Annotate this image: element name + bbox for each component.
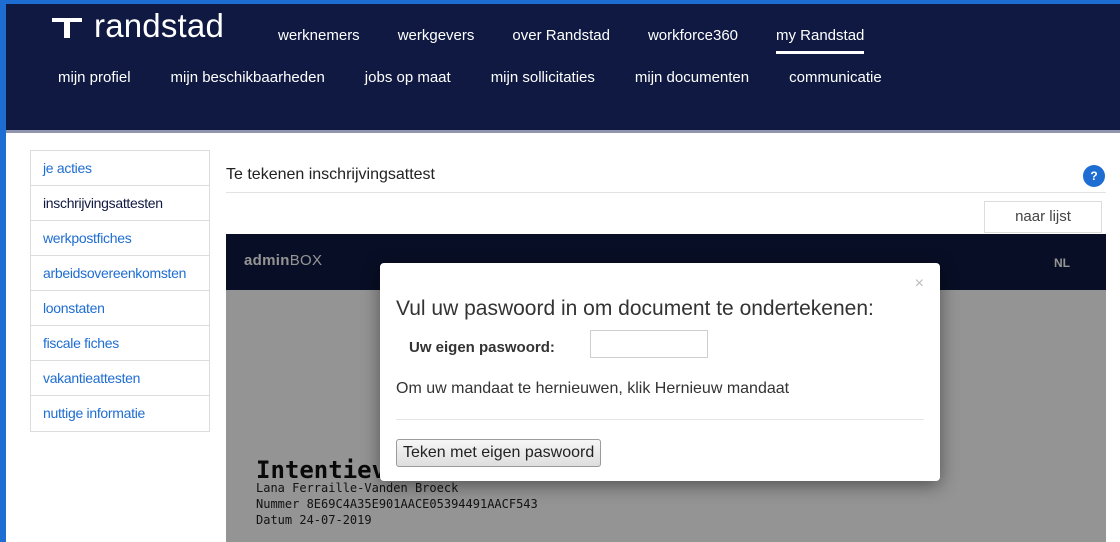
modal-title: Vul uw paswoord in om document te ondert… (396, 297, 874, 320)
brand-logo[interactable]: randstad (50, 6, 224, 46)
sub-nav-jobs-op-maat[interactable]: jobs op maat (365, 66, 451, 90)
sub-nav-mijn-beschikbaarheden[interactable]: mijn beschikbaarheden (171, 66, 325, 90)
main-nav-my-randstad[interactable]: my Randstad (776, 24, 865, 54)
password-label: Uw eigen paswoord: (409, 339, 555, 356)
sub-navigation: mijn profiel mijn beschikbaarheden jobs op… (58, 66, 922, 90)
sub-nav-mijn-documenten[interactable]: mijn documenten (635, 66, 749, 90)
window-border-top (0, 0, 1120, 4)
documents-sidebar: je acties inschrijvingsattesten werkpostfi… (30, 150, 210, 432)
sidebar-item-nuttige-informatie[interactable]: nuttige informatie (31, 396, 209, 431)
sign-with-password-button[interactable]: Teken met eigen paswoord (396, 439, 602, 467)
sub-nav-mijn-profiel[interactable]: mijn profiel (58, 66, 131, 90)
main-nav-workforce360[interactable]: workforce360 (648, 24, 738, 48)
main-nav-werknemers[interactable]: werknemers (278, 24, 360, 48)
main-navigation: werknemers werkgevers over Randstad workfor… (278, 24, 902, 54)
renew-mandate-link[interactable]: Hernieuw mandaat (655, 380, 789, 397)
password-input[interactable] (590, 330, 708, 358)
site-header: randstad werknemers werkgevers over Randst… (6, 4, 1120, 133)
question-icon[interactable]: ? (1083, 165, 1105, 187)
mandate-text-prefix: Om uw mandaat te hernieuwen, klik (396, 380, 655, 397)
sidebar-item-arbeidsovereenkomsten[interactable]: arbeidsovereenkomsten (31, 256, 209, 291)
sub-nav-communicatie[interactable]: communicatie (789, 66, 882, 90)
brand-name: randstad (94, 7, 225, 44)
page-title: Te tekenen inschrijvingsattest (226, 166, 435, 183)
back-to-list-button[interactable]: naar lijst (984, 201, 1102, 233)
window-border-left (0, 0, 6, 542)
sidebar-item-vakantieattesten[interactable]: vakantieattesten (31, 361, 209, 396)
main-nav-over-randstad[interactable]: over Randstad (512, 24, 610, 48)
main-nav-werkgevers[interactable]: werkgevers (398, 24, 475, 48)
randstad-logo-icon (50, 13, 84, 39)
sidebar-item-werkpostfiches[interactable]: werkpostfiches (31, 221, 209, 256)
sidebar-item-je-acties[interactable]: je acties (31, 151, 209, 186)
mandate-text: Om uw mandaat te hernieuwen, klik Hernie… (396, 380, 789, 398)
sign-document-modal: × Vul uw paswoord in om document te onde… (380, 263, 940, 481)
sidebar-item-loonstaten[interactable]: loonstaten (31, 291, 209, 326)
page-frame: randstad werknemers werkgevers over Randst… (0, 0, 1120, 542)
sidebar-item-fiscale-fiches[interactable]: fiscale fiches (31, 326, 209, 361)
modal-divider (396, 419, 924, 420)
title-divider (226, 192, 1106, 193)
sub-nav-mijn-sollicitaties[interactable]: mijn sollicitaties (491, 66, 595, 90)
sidebar-item-inschrijvingsattesten[interactable]: inschrijvingsattesten (31, 186, 209, 221)
close-icon[interactable]: × (915, 276, 924, 292)
